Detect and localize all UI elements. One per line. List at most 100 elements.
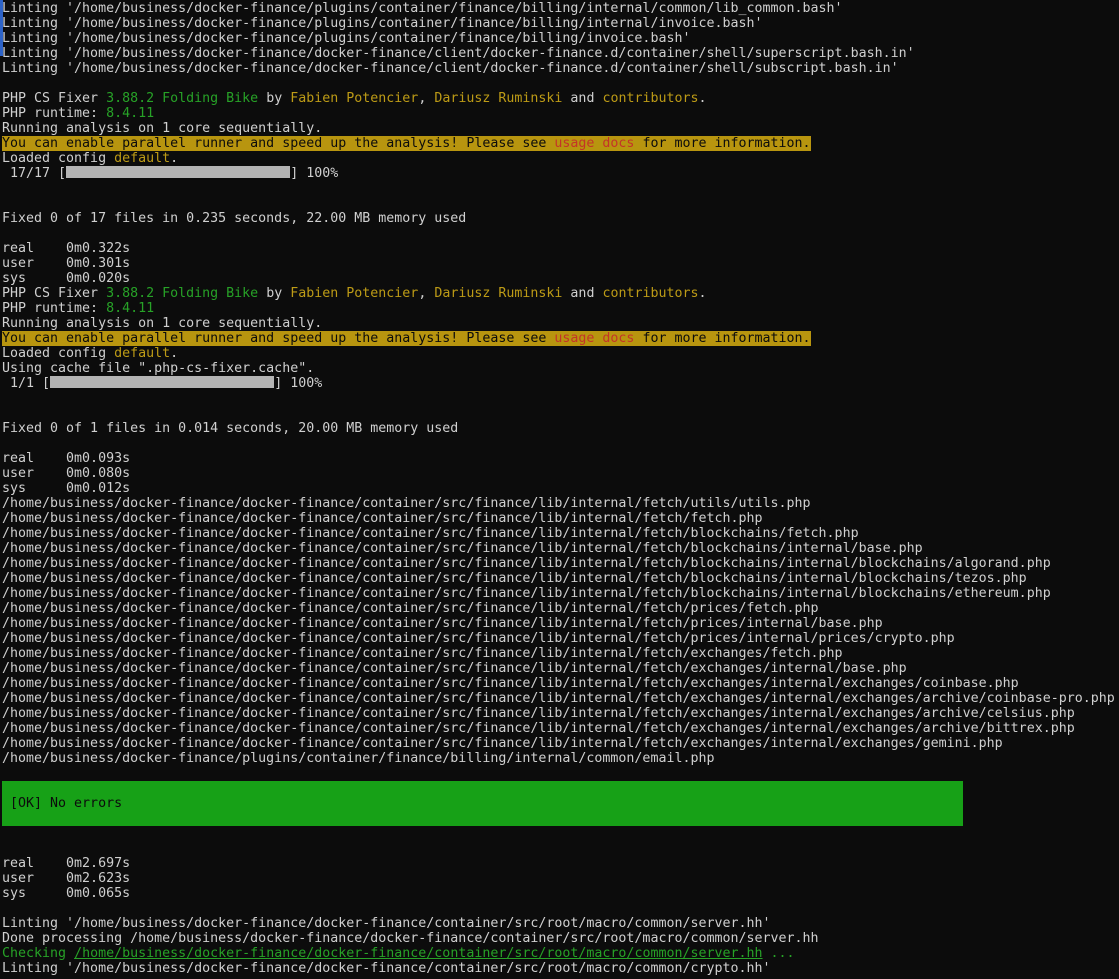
terminal-text-segment: /home/business/docker-finance/docker-fin… [2, 691, 1115, 706]
terminal-line: Fixed 0 of 1 files in 0.014 seconds, 20.… [2, 421, 1119, 436]
terminal-text-segment: . [699, 286, 707, 301]
terminal-line: real 0m0.322s [2, 241, 1119, 256]
terminal-line: [OK] No errors [2, 796, 1119, 811]
terminal-line: /home/business/docker-finance/docker-fin… [2, 616, 1119, 631]
terminal-text-segment: 3.88.2 Folding Bike [106, 286, 258, 301]
progress-percent: ] 100% [290, 166, 338, 181]
terminal-line: /home/business/docker-finance/docker-fin… [2, 586, 1119, 601]
terminal-text-segment: PHP runtime: [2, 106, 106, 121]
terminal-text-segment: Linting '/home/business/docker-finance/d… [2, 46, 915, 61]
terminal-text-segment: real 0m2.697s [2, 856, 130, 871]
terminal-text-segment: /home/business/docker-finance/docker-fin… [2, 511, 763, 526]
terminal-line: Checking /home/business/docker-finance/d… [2, 946, 1119, 961]
terminal-text-segment: /home/business/docker-finance/plugins/co… [2, 751, 714, 766]
usage-docs-link[interactable]: usage docs [554, 331, 634, 346]
terminal-text-segment: Dariusz Ruminski [434, 286, 562, 301]
terminal-line: real 0m2.697s [2, 856, 1119, 871]
terminal-text-segment: Loaded config [2, 346, 114, 361]
terminal-line [2, 826, 1119, 841]
terminal-text-segment: /home/business/docker-finance/docker-fin… [2, 496, 811, 511]
terminal-line: You can enable parallel runner and speed… [2, 331, 1119, 346]
terminal-text-segment: contributors [602, 286, 698, 301]
terminal-line: You can enable parallel runner and speed… [2, 136, 1119, 151]
checking-label: Checking [2, 946, 74, 961]
checking-ellipsis: ... [763, 946, 795, 961]
terminal-text-segment: Running analysis on 1 core sequentially. [2, 121, 322, 136]
terminal-text-segment: /home/business/docker-finance/docker-fin… [2, 586, 1051, 601]
terminal-line: sys 0m0.065s [2, 886, 1119, 901]
terminal-text-segment: user 0m0.301s [2, 256, 130, 271]
terminal-line [2, 781, 1119, 796]
terminal-line [2, 391, 1119, 406]
terminal-text-segment: Linting '/home/business/docker-finance/p… [2, 31, 690, 46]
checked-file-path-link[interactable]: /home/business/docker-finance/docker-fin… [74, 946, 762, 961]
terminal-line: PHP CS Fixer 3.88.2 Folding Bike by Fabi… [2, 91, 1119, 106]
terminal-text-segment: /home/business/docker-finance/docker-fin… [2, 721, 1075, 736]
scrollbar-indicator[interactable] [0, 0, 3, 56]
terminal-line: /home/business/docker-finance/docker-fin… [2, 571, 1119, 586]
terminal-line [2, 841, 1119, 856]
terminal-line: /home/business/docker-finance/docker-fin… [2, 496, 1119, 511]
terminal-text-segment: 3.88.2 Folding Bike [106, 91, 258, 106]
terminal-text-segment: /home/business/docker-finance/docker-fin… [2, 556, 1051, 571]
terminal-line: Linting '/home/business/docker-finance/d… [2, 916, 1119, 931]
terminal-text-segment: Fabien Potencier [290, 286, 418, 301]
terminal-line: /home/business/docker-finance/docker-fin… [2, 556, 1119, 571]
terminal-line: PHP CS Fixer 3.88.2 Folding Bike by Fabi… [2, 286, 1119, 301]
progress-count: 1/1 [ [2, 376, 50, 391]
terminal-line: Linting '/home/business/docker-finance/d… [2, 46, 1119, 61]
warning-message: for more information. [634, 136, 810, 151]
terminal-text-segment: and [562, 286, 602, 301]
terminal-text-segment: 8.4.11 [106, 106, 154, 121]
terminal-text-segment: real 0m0.322s [2, 241, 130, 256]
terminal-line [2, 901, 1119, 916]
terminal-line: Fixed 0 of 17 files in 0.235 seconds, 22… [2, 211, 1119, 226]
terminal-line: Linting '/home/business/docker-finance/d… [2, 61, 1119, 76]
terminal-line [2, 196, 1119, 211]
terminal-line: Using cache file ".php-cs-fixer.cache". [2, 361, 1119, 376]
terminal-line: /home/business/docker-finance/docker-fin… [2, 691, 1119, 706]
terminal-line: sys 0m0.012s [2, 481, 1119, 496]
terminal-text-segment: sys 0m0.020s [2, 271, 130, 286]
terminal-text-segment: . [699, 91, 707, 106]
terminal-line: /home/business/docker-finance/docker-fin… [2, 511, 1119, 526]
terminal-text-segment: Using cache file ".php-cs-fixer.cache". [2, 361, 314, 376]
progress-count: 17/17 [ [2, 166, 66, 181]
terminal-text-segment: 8.4.11 [106, 301, 154, 316]
terminal-text-segment: /home/business/docker-finance/docker-fin… [2, 661, 907, 676]
terminal-line: Loaded config default. [2, 151, 1119, 166]
terminal-text-segment: . [170, 151, 178, 166]
terminal-text-segment: /home/business/docker-finance/docker-fin… [2, 706, 1075, 721]
terminal-line: /home/business/docker-finance/docker-fin… [2, 601, 1119, 616]
terminal-text-segment: user 0m2.623s [2, 871, 130, 886]
terminal-text-segment: /home/business/docker-finance/docker-fin… [2, 571, 1027, 586]
progress-percent: ] 100% [274, 376, 322, 391]
terminal-text-segment: Fabien Potencier [290, 91, 418, 106]
terminal-line: /home/business/docker-finance/docker-fin… [2, 676, 1119, 691]
usage-docs-link[interactable]: usage docs [554, 136, 634, 151]
terminal-text-segment: , [418, 286, 434, 301]
terminal-text-segment: Running analysis on 1 core sequentially. [2, 316, 322, 331]
terminal-output: Linting '/home/business/docker-finance/p… [0, 0, 1119, 976]
terminal-text-segment: contributors [602, 91, 698, 106]
terminal-line: Done processing /home/business/docker-fi… [2, 931, 1119, 946]
terminal-text-segment: /home/business/docker-finance/docker-fin… [2, 601, 819, 616]
terminal-text-segment: /home/business/docker-finance/docker-fin… [2, 631, 955, 646]
terminal-text-segment: PHP CS Fixer [2, 91, 106, 106]
terminal-line [2, 811, 1119, 826]
terminal-text-segment: Linting '/home/business/docker-finance/d… [2, 61, 899, 76]
terminal-line [2, 76, 1119, 91]
terminal-text-segment: Loaded config [2, 151, 114, 166]
terminal-text-segment: Fixed 0 of 1 files in 0.014 seconds, 20.… [2, 421, 458, 436]
terminal-line [2, 766, 1119, 781]
terminal-line: /home/business/docker-finance/docker-fin… [2, 526, 1119, 541]
terminal-line: user 0m0.301s [2, 256, 1119, 271]
terminal-line: Running analysis on 1 core sequentially. [2, 316, 1119, 331]
terminal-text-segment: /home/business/docker-finance/docker-fin… [2, 541, 923, 556]
terminal-text-segment: Done processing /home/business/docker-fi… [2, 931, 819, 946]
terminal-line: Linting '/home/business/docker-finance/p… [2, 31, 1119, 46]
terminal-line: /home/business/docker-finance/plugins/co… [2, 751, 1119, 766]
terminal-text-segment: and [562, 91, 602, 106]
terminal-line: /home/business/docker-finance/docker-fin… [2, 736, 1119, 751]
terminal-text-segment: user 0m0.080s [2, 466, 130, 481]
